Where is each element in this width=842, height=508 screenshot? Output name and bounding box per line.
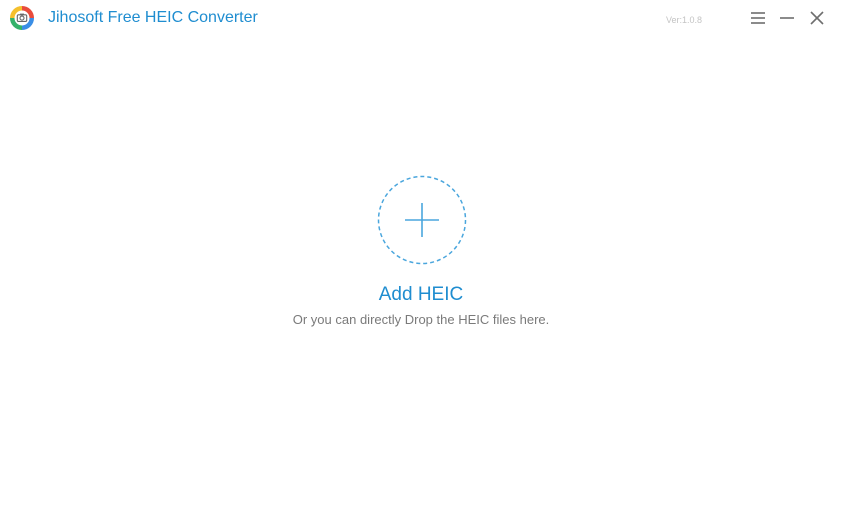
menu-button[interactable]	[748, 8, 768, 28]
add-heic-label[interactable]: Add HEIC	[0, 283, 842, 307]
close-icon	[810, 11, 824, 25]
plus-icon	[377, 175, 467, 265]
version-label: Ver:1.0.8	[666, 15, 703, 25]
app-window: Jihosoft Free HEIC Converter Ver:1.0.8 A…	[0, 0, 842, 508]
file-drop-zone[interactable]: Add HEIC Or you can directly Drop the HE…	[0, 36, 842, 508]
hamburger-menu-icon	[751, 12, 765, 24]
drop-hint-text: Or you can directly Drop the HEIC files …	[292, 312, 550, 327]
minimize-icon	[780, 17, 794, 19]
app-title: Jihosoft Free HEIC Converter	[48, 9, 258, 26]
close-button[interactable]	[807, 8, 827, 28]
app-logo-icon	[10, 6, 34, 30]
title-bar[interactable]: Jihosoft Free HEIC Converter Ver:1.0.8	[0, 0, 842, 36]
add-heic-button[interactable]	[377, 175, 467, 265]
minimize-button[interactable]	[777, 8, 797, 28]
